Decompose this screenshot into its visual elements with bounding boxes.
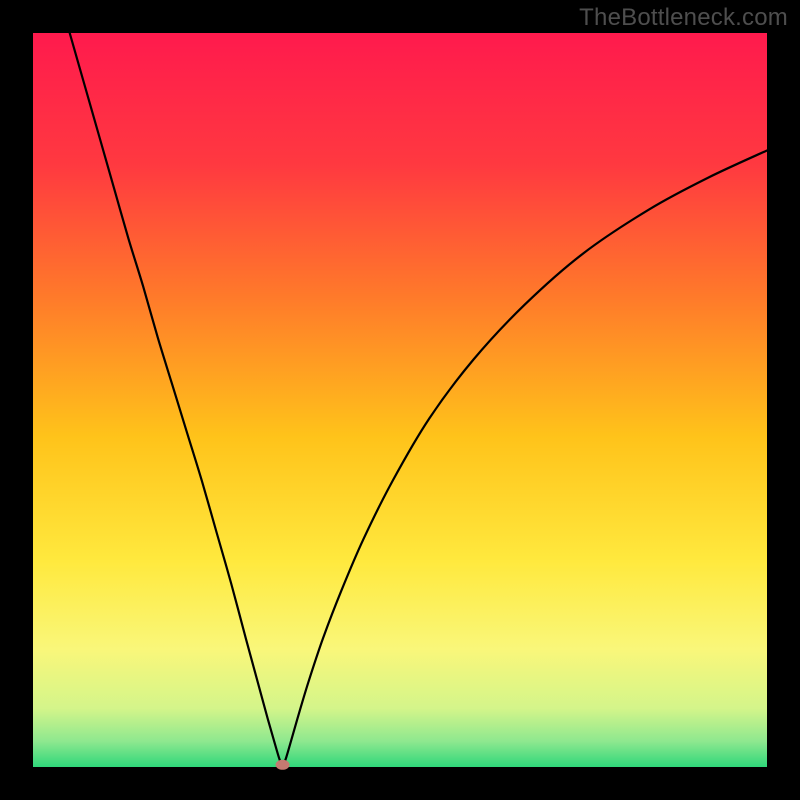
min-marker [276, 760, 290, 770]
gradient-background [33, 33, 767, 767]
chart-frame: TheBottleneck.com [0, 0, 800, 800]
bottleneck-chart [0, 0, 800, 800]
